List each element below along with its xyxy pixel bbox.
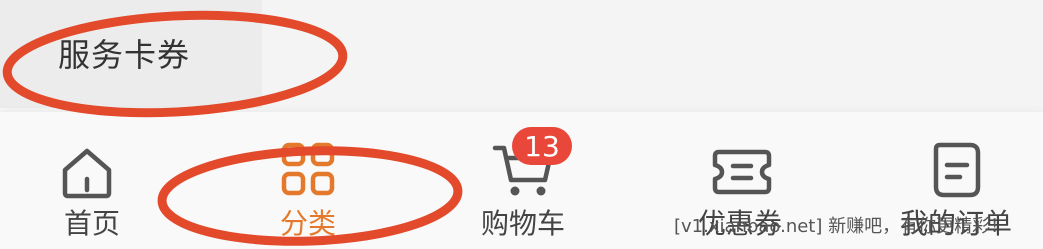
- top-content-area: 服务卡券: [0, 0, 1043, 108]
- service-voucher-label: 服务卡券: [58, 36, 191, 74]
- order-document-icon: [933, 142, 981, 198]
- category-grid-icon: [281, 142, 335, 196]
- home-icon: [62, 148, 112, 199]
- coupon-icon: [712, 149, 772, 195]
- tab-category-label: 分类: [280, 207, 337, 240]
- watermark-text: [v1.xianbao.net] 新赚吧，有你更精彩！: [674, 216, 1009, 237]
- cart-count-badge: 13: [512, 127, 572, 165]
- tab-home-label: 首页: [64, 207, 121, 240]
- service-voucher-card[interactable]: 服务卡券: [0, 0, 262, 108]
- tab-home[interactable]: 首页: [30, 112, 155, 249]
- tab-category[interactable]: 分类: [250, 112, 375, 249]
- tab-cart-label: 购物车: [481, 207, 566, 240]
